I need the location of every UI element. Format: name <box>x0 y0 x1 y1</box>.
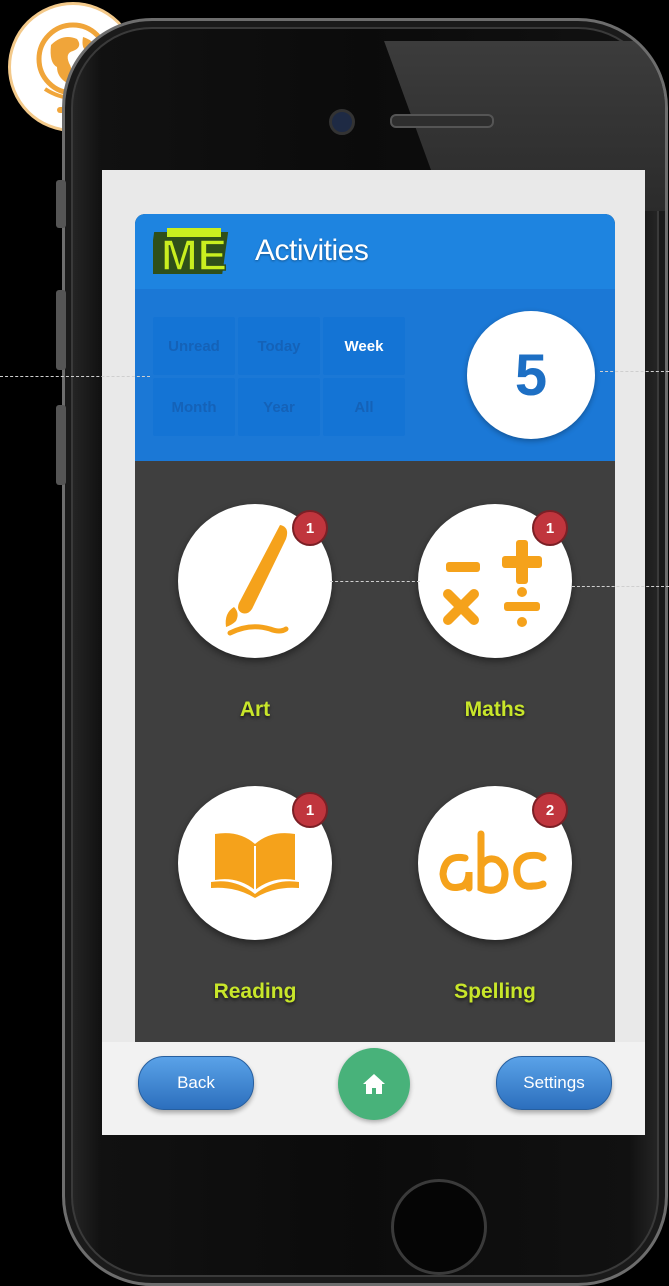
activity-reading[interactable]: 1 Reading <box>175 786 335 1004</box>
activity-art-circle[interactable]: 1 <box>178 504 332 658</box>
back-button[interactable]: Back <box>138 1056 254 1110</box>
earpiece-speaker <box>390 114 494 128</box>
svg-text:ME: ME <box>161 231 227 276</box>
front-camera <box>329 109 355 135</box>
annotation-line-right <box>600 371 669 372</box>
math-operators-icon <box>443 540 542 627</box>
annotation-line-far-right <box>572 586 669 587</box>
annotation-line-middle <box>330 581 420 582</box>
abc-icon <box>439 830 547 894</box>
reading-badge: 1 <box>292 792 328 828</box>
settings-button[interactable]: Settings <box>496 1056 612 1110</box>
filter-all[interactable]: All <box>323 378 405 436</box>
activities-panel: ME Activities Unread Today Week Month Ye… <box>135 214 615 1044</box>
activity-count: 5 <box>467 311 595 439</box>
spelling-badge: 2 <box>532 792 568 828</box>
annotation-line-left <box>0 376 150 377</box>
activity-maths-label: Maths <box>464 698 526 721</box>
volume-up-button <box>56 290 66 370</box>
time-filter-grid: Unread Today Week Month Year All <box>153 317 405 439</box>
activity-art-label: Art <box>239 698 271 721</box>
paintbrush-icon <box>225 525 289 636</box>
activity-spelling-circle[interactable]: 2 <box>418 786 572 940</box>
art-badge: 1 <box>292 510 328 546</box>
home-icon <box>363 1074 385 1094</box>
me-logo-icon: ME <box>153 228 229 276</box>
app-screen: ME Activities Unread Today Week Month Ye… <box>102 170 645 1135</box>
activity-art[interactable]: 1 Art <box>175 504 335 722</box>
bottom-toolbar: Back Settings <box>102 1042 645 1135</box>
page-title: Activities <box>255 234 369 267</box>
filter-bar: Unread Today Week Month Year All 5 <box>135 289 615 461</box>
hardware-home-button[interactable] <box>391 1179 487 1275</box>
filter-month[interactable]: Month <box>153 378 235 436</box>
filter-today[interactable]: Today <box>238 317 320 375</box>
app-header: ME Activities <box>135 214 615 289</box>
activity-maths[interactable]: 1 Maths <box>415 504 575 722</box>
mute-switch <box>56 180 66 228</box>
activity-reading-circle[interactable]: 1 <box>178 786 332 940</box>
home-button[interactable] <box>338 1048 410 1120</box>
open-book-icon <box>211 833 299 898</box>
volume-down-button <box>56 405 66 485</box>
filter-week[interactable]: Week <box>323 317 405 375</box>
activity-maths-circle[interactable]: 1 <box>418 504 572 658</box>
activity-reading-label: Reading <box>213 980 297 1003</box>
activity-spelling-label: Spelling <box>454 980 536 1003</box>
activity-spelling[interactable]: 2 Spelling <box>415 786 575 1004</box>
filter-year[interactable]: Year <box>238 378 320 436</box>
filter-unread[interactable]: Unread <box>153 317 235 375</box>
maths-badge: 1 <box>532 510 568 546</box>
